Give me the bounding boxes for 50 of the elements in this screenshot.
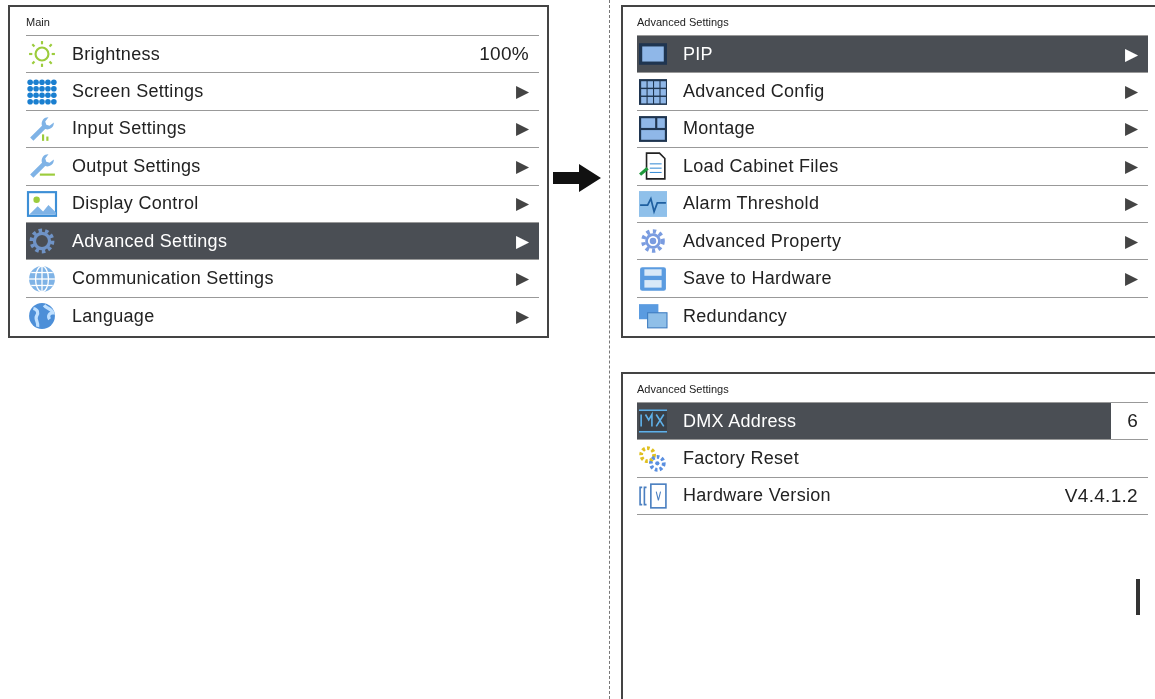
menu-title: Main — [26, 7, 539, 36]
submenu-arrow: ▶ — [515, 118, 530, 140]
menu-item[interactable]: Advanced Settings ▶ — [26, 222, 539, 261]
striped-tag-icon — [637, 407, 669, 436]
menu-item[interactable]: Redundancy — [637, 297, 1148, 336]
menu-item[interactable]: Alarm Threshold ▶ — [637, 185, 1148, 223]
menu-item[interactable]: Load Cabinet Files ▶ — [637, 148, 1148, 186]
submenu-arrow: ▶ — [515, 81, 530, 103]
document-icon — [637, 152, 669, 181]
submenu-arrow: ▶ — [515, 305, 530, 327]
menu-item[interactable]: Factory Reset — [637, 440, 1148, 478]
landscape-picture-icon — [26, 189, 58, 218]
grid-icon — [637, 77, 669, 106]
globe-icon — [26, 264, 58, 293]
menu-item[interactable]: Advanced Property ▶ — [637, 222, 1148, 261]
right-arrow-icon — [553, 164, 601, 192]
submenu-arrow: ▶ — [515, 268, 530, 290]
submenu-arrow: ▶ — [515, 193, 530, 215]
menu-item[interactable]: Display Control ▶ — [26, 185, 539, 223]
value-text: V4.4.1.2 — [1063, 484, 1139, 507]
submenu-arrow: ▶ — [1124, 118, 1139, 140]
submenu-arrow: ▶ — [1124, 43, 1139, 65]
split-screen-icon — [637, 114, 669, 143]
sun-icon — [26, 40, 58, 69]
menu-item[interactable]: Input Settings ▶ — [26, 110, 539, 149]
value-text: 6 — [1126, 410, 1139, 433]
menu-item[interactable]: Language ▶ — [26, 297, 539, 336]
menu-item[interactable]: Montage ▶ — [637, 110, 1148, 149]
stacked-windows-icon — [637, 302, 669, 331]
scroll-indicator — [1136, 579, 1140, 616]
gears-icon — [637, 444, 669, 473]
menu-item[interactable]: Save to Hardware ▶ — [637, 260, 1148, 298]
value-text: 100% — [478, 43, 530, 66]
menu-item[interactable]: Brightness 100% — [26, 36, 539, 74]
bracket-card-icon — [637, 481, 669, 510]
submenu-arrow: ▶ — [515, 230, 530, 252]
submenu-arrow: ▶ — [1124, 155, 1139, 177]
menu-item[interactable]: Output Settings ▶ — [26, 148, 539, 186]
menu-item[interactable]: PIP ▶ — [637, 36, 1148, 74]
submenu-arrow: ▶ — [1124, 268, 1139, 290]
menu-item[interactable]: Communication Settings ▶ — [26, 260, 539, 298]
submenu-arrow: ▶ — [1124, 230, 1139, 252]
globe-icon — [26, 302, 58, 331]
dot-grid-icon — [26, 77, 58, 106]
menu-item[interactable]: Screen Settings ▶ — [26, 73, 539, 111]
menu-item[interactable]: Advanced Config ▶ — [637, 73, 1148, 111]
menu-item[interactable]: Hardware Version V4.4.1.2 — [637, 477, 1148, 516]
submenu-arrow: ▶ — [1124, 193, 1139, 215]
submenu-arrow: ▶ — [1124, 81, 1139, 103]
submenu-arrow: ▶ — [515, 155, 530, 177]
